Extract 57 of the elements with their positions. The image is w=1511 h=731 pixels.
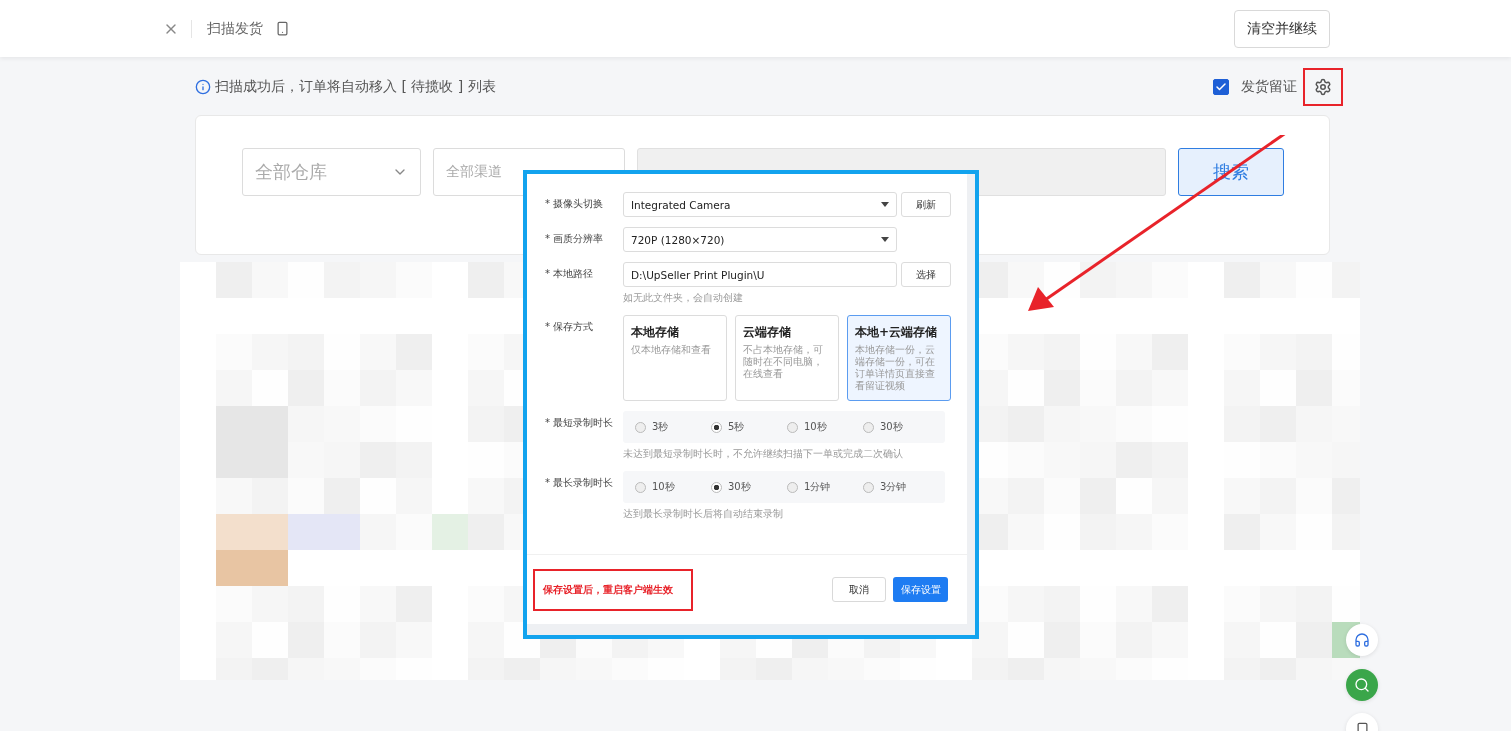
storage-option[interactable]: 本地存储 仅本地存储和查看 [623,315,727,401]
page-title: 扫描发货 [207,19,263,38]
search-fab[interactable] [1346,669,1378,701]
radio-label: 10秒 [804,420,827,434]
option-title: 本地存储 [631,324,680,341]
option-description: 仅本地存储和查看 [631,344,712,356]
radio-label: 3分钟 [880,480,907,494]
headset-icon [1354,632,1370,648]
field-label: * 最长录制时长 [545,476,615,490]
phone-icon [1354,721,1370,731]
storage-option[interactable]: 本地+云端存储 本地存储一份，云端存储一份，可在订单详情页直接查看留证视频 [847,315,951,401]
field-label: * 最短录制时长 [545,416,615,430]
option-title: 本地+云端存储 [855,324,939,341]
check-icon [1215,81,1227,93]
dropdown[interactable]: 720P (1280×720) [623,227,897,252]
path-field[interactable]: D:\UpSeller Print Plugin\U [623,262,897,287]
cancel-button[interactable]: 取消 [832,577,886,602]
phone-icon[interactable] [275,21,290,36]
radio-label: 3秒 [652,420,669,434]
radio-label: 10秒 [652,480,675,494]
field-label: * 摄像头切换 [545,197,605,211]
option-title: 云端存储 [743,324,792,341]
checkbox-label: 发货留证 [1241,78,1297,96]
radio-button[interactable] [863,481,874,493]
settings-icon[interactable] [1314,78,1332,96]
support-button[interactable] [1346,624,1378,656]
radio-button[interactable] [635,481,646,493]
radio-button[interactable] [635,421,646,433]
search-icon [1354,677,1370,693]
storage-option[interactable]: 云端存储 不占本地存储，可随时在不同电脑，在线查看 [735,315,839,401]
caret-icon [881,237,889,242]
clear-continue-button[interactable]: 清空并继续 [1234,9,1330,48]
radio-button[interactable] [787,481,798,493]
option-description: 不占本地存储，可随时在不同电脑，在线查看 [743,344,824,380]
save-button[interactable]: 保存设置 [893,577,948,602]
radio-button[interactable] [787,421,798,433]
field-label: * 画质分辨率 [545,232,605,246]
info-icon [195,79,211,95]
refresh-button[interactable]: 刷新 [901,192,951,217]
checkbox[interactable] [1213,79,1229,95]
choose-button[interactable]: 选择 [901,262,951,287]
radio-button[interactable] [863,421,874,433]
radio-button[interactable] [711,421,722,433]
field-label: * 保存方式 [545,320,595,334]
note-text: 保存设置后，重启客户端生效 [543,582,673,597]
hint-text: 达到最长录制时长后将自动结束录制 [623,507,784,521]
option-description: 本地存储一份，云端存储一份，可在订单详情页直接查看留证视频 [855,344,936,392]
radio-label: 30秒 [728,480,751,494]
radio-label: 30秒 [880,420,903,434]
dropdown[interactable]: Integrated Camera [623,192,897,217]
radio-label: 5秒 [728,420,745,434]
radio-button[interactable] [711,481,722,493]
notice-text: 扫描成功后，订单将自动移入 [ 待揽收 ] 列表 [215,78,496,96]
caret-icon [881,202,889,207]
field-label: * 本地路径 [545,267,595,281]
hint-text: 如无此文件夹，会自动创建 [623,291,744,305]
radio-label: 1分钟 [804,480,831,494]
